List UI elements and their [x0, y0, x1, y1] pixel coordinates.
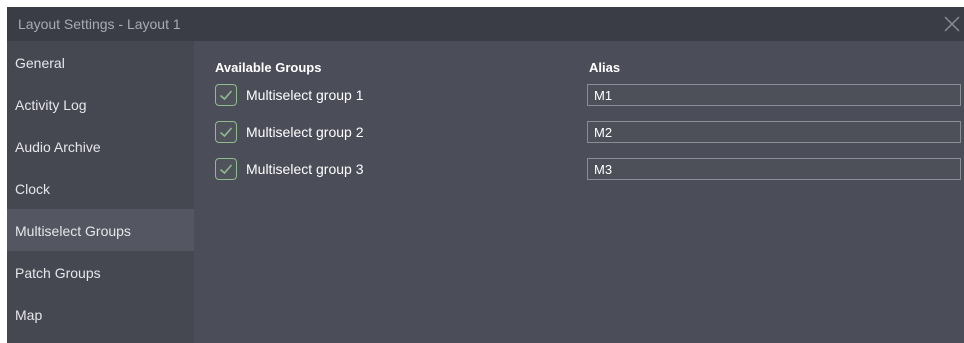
multiselect-groups-panel: Available Groups Alias Multiselect group… [194, 41, 964, 343]
group-name: Multiselect group 2 [246, 124, 364, 140]
alias-field[interactable] [587, 121, 961, 143]
sidebar-item-map[interactable]: Map [7, 293, 194, 335]
sidebar-item-label: General [15, 55, 65, 71]
alias-input[interactable] [588, 159, 960, 179]
sidebar-item-clock[interactable]: Clock [7, 167, 194, 209]
available-groups-header: Available Groups [215, 60, 322, 75]
sidebar-item-label: Patch Groups [15, 265, 101, 281]
checkmark-icon [219, 127, 233, 138]
sidebar-item-patch-groups[interactable]: Patch Groups [7, 251, 194, 293]
group-name: Multiselect group 1 [246, 87, 364, 103]
checkmark-icon [219, 164, 233, 175]
group-checkbox[interactable] [215, 84, 237, 106]
sidebar-item-audio-archive[interactable]: Audio Archive [7, 125, 194, 167]
sidebar-item-label: Clock [15, 181, 51, 197]
checkmark-icon [219, 90, 233, 101]
sidebar-item-label: Audio Archive [15, 139, 101, 155]
sidebar-item-label: Multiselect Groups [15, 223, 131, 239]
settings-sidebar: General Activity Log Audio Archive Clock… [7, 41, 194, 343]
alias-field[interactable] [587, 158, 961, 180]
close-icon[interactable] [943, 15, 961, 33]
group-checkbox[interactable] [215, 158, 237, 180]
alias-input[interactable] [588, 122, 960, 142]
sidebar-item-multiselect-groups[interactable]: Multiselect Groups [7, 209, 194, 251]
alias-field[interactable] [587, 84, 961, 106]
title-bar: Layout Settings - Layout 1 [7, 7, 964, 41]
group-name: Multiselect group 3 [246, 161, 364, 177]
sidebar-item-label: Activity Log [15, 97, 87, 113]
group-checkbox[interactable] [215, 121, 237, 143]
sidebar-item-general[interactable]: General [7, 41, 194, 83]
sidebar-item-label: Map [15, 307, 43, 323]
window-title: Layout Settings - Layout 1 [18, 16, 181, 32]
alias-header: Alias [589, 60, 621, 75]
layout-settings-window: Layout Settings - Layout 1 General Activ… [7, 7, 964, 343]
alias-input[interactable] [588, 85, 960, 105]
sidebar-item-activity-log[interactable]: Activity Log [7, 83, 194, 125]
